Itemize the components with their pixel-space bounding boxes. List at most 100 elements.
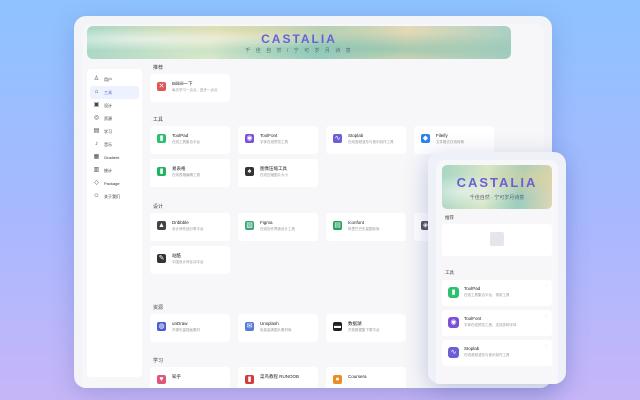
paint-icon: ▲: [157, 221, 166, 230]
bar-icon: ▮: [245, 375, 254, 384]
card-description: 在线压缩图片大小: [260, 173, 288, 177]
card-description: 在线音频波形与音乐制作工具: [348, 140, 394, 144]
sidebar-item-label: Gradient: [104, 155, 120, 160]
green-icon: ▮: [157, 167, 166, 176]
mobile-preview: CASTALIA 千佳自然 · 宁可岁月诗意 推荐 工具 ▮ ToolPad 在线工…: [428, 152, 566, 384]
card-title: 菜鸟教程 RUNOOB: [260, 374, 300, 379]
card-description: 在线工具集合平台: [172, 140, 200, 144]
users-icon: ☺: [93, 193, 100, 199]
site-card[interactable]: ✉ Unsplash 免费高清图片素材库: [238, 314, 318, 342]
grid-icon: ▦: [93, 154, 100, 160]
site-card[interactable]: ◍ unDraw 开源矢量插画素材: [150, 314, 230, 342]
banner-subtitle: 千 佳 自 然 / 宁 可 岁 月 诗 意: [245, 48, 353, 54]
card-description: 字体在线预览工具: [260, 140, 288, 144]
sidebar-item-label: 统计: [104, 167, 112, 173]
section-title: 资源: [153, 305, 164, 311]
card-title: Coursera: [348, 374, 367, 379]
sidebar-item[interactable]: ♙ 用户: [90, 73, 139, 86]
sidebar-item[interactable]: ▦ Gradient: [90, 151, 139, 164]
more-icon[interactable]: ⋮: [544, 284, 548, 289]
sidebar-item[interactable]: ◇ Package: [90, 177, 139, 190]
mobile-section-title: 推荐: [445, 215, 454, 220]
heart-icon: ♥: [157, 375, 166, 384]
site-card[interactable]: ♥ 知乎: [150, 367, 230, 388]
site-card[interactable]: ▮ 菜鸟教程 RUNOOB: [238, 367, 318, 388]
sidebar-item[interactable]: ☺ 关于我们: [90, 190, 139, 203]
site-card[interactable]: ● Coursera: [326, 367, 406, 388]
site-card[interactable]: ◆ Fileify 文件格式在线转换: [414, 126, 494, 154]
terminal-icon: ▬: [333, 322, 342, 331]
bell-icon: ♪: [95, 141, 98, 147]
card-description: 中国设计师互动平台: [172, 260, 204, 264]
card-title: Stoplab: [348, 133, 364, 138]
pen-icon: ✎: [157, 254, 166, 263]
site-card[interactable]: ▬ 数据湖 开放数据集下载平台: [326, 314, 406, 342]
folder-icon: ◆: [421, 134, 430, 143]
site-card[interactable]: ▮ 易表格 在线表格编辑工具: [150, 159, 230, 187]
sidebar-item-label: 关于我们: [104, 193, 120, 199]
card-description: 设计师作品分享平台: [172, 227, 204, 231]
site-card[interactable]: ▮ ToolPad 在线工具集合平台: [150, 126, 230, 154]
sidebar-item-label: 用户: [104, 76, 112, 82]
more-icon[interactable]: ⋮: [544, 314, 548, 319]
sidebar-item[interactable]: ⌂ 工具: [90, 86, 139, 99]
mobile-recommend-box: [442, 224, 552, 256]
card-title: Bilibili一下: [172, 81, 193, 86]
mobile-site-card[interactable]: ▮ ToolPad 在线工具集合平台，常用工具 ⋮: [442, 280, 552, 306]
sidebar-item-label: 学习: [104, 128, 112, 134]
sidebar-item[interactable]: ◎ 资源: [90, 112, 139, 125]
site-card[interactable]: ▤ Iconfont 阿里巴巴矢量图标库: [326, 213, 406, 241]
card-title: ToolFont: [260, 133, 278, 138]
image-placeholder-icon: [490, 232, 504, 246]
card-description: 在线工具集合平台，常用工具: [464, 293, 510, 297]
sidebar-item[interactable]: ▤ 学习: [90, 125, 139, 138]
site-card[interactable]: ▧ Figma 在线协作界面设计工具: [238, 213, 318, 241]
notion-icon: ▮: [448, 287, 459, 298]
cube-icon: ◇: [94, 180, 99, 186]
card-description: 文件格式在线转换: [436, 140, 464, 144]
section-title: 设计: [153, 204, 164, 210]
sidebar-item[interactable]: ♪ 音乐: [90, 138, 139, 151]
sidebar-item-label: 音乐: [104, 141, 112, 147]
card-title: Fileify: [436, 133, 448, 138]
mobile-screen: CASTALIA 千佳自然 · 宁可岁月诗意 推荐 工具 ▮ ToolPad 在线工…: [436, 160, 558, 384]
mobile-site-card[interactable]: ∿ Stoplab 在线音频波形与音乐制作工具 ⋮: [442, 340, 552, 366]
sidebar-item[interactable]: ▣ 设计: [90, 99, 139, 112]
site-card[interactable]: ♠ 图像压缩工具 在线压缩图片大小: [238, 159, 318, 187]
ship-icon: ♠: [245, 167, 254, 176]
user-icon: ♙: [93, 76, 100, 82]
card-description: 字体在线预览工具，支持多种字体: [464, 323, 517, 327]
mobile-section-title: 工具: [445, 270, 454, 275]
card-title: ToolFont: [464, 316, 482, 321]
mobile-banner: CASTALIA 千佳自然 · 宁可岁月诗意: [442, 165, 552, 209]
more-icon[interactable]: ⋮: [544, 344, 548, 349]
card-title: 易表格: [172, 166, 186, 171]
orange-icon: ●: [333, 375, 342, 384]
site-card[interactable]: ◉ ToolFont 字体在线预览工具: [238, 126, 318, 154]
card-title: Unsplash: [260, 321, 279, 326]
card-title: 站酷: [172, 253, 181, 258]
site-card[interactable]: ✎ 站酷中国设计师互动平台: [150, 246, 230, 274]
globe-icon: ◎: [93, 115, 100, 121]
frame-icon: ▧: [245, 221, 254, 230]
card-description: 开放数据集下载平台: [348, 328, 380, 332]
card-title: 图像压缩工具: [260, 166, 287, 171]
site-card[interactable]: ∿ Stoplab 在线音频波形与音乐制作工具: [326, 126, 406, 154]
x-icon: ✕: [157, 82, 166, 91]
card-description: 开源矢量插画素材: [172, 328, 200, 332]
card-description: 在线协作界面设计工具: [260, 227, 295, 231]
sidebar-item-label: 工具: [104, 89, 112, 95]
sidebar: ♙ 用户 ⌂ 工具 ▣ 设计 ◎ 资源 ▤ 学习 ♪ 音乐 ▦ Gradient ▥ 统计 ◇ Package ☺ 关…: [87, 69, 142, 377]
sidebar-item[interactable]: ▥ 统计: [90, 164, 139, 177]
card-title: ToolPad: [172, 133, 189, 138]
target-icon: ◉: [245, 134, 254, 143]
site-card[interactable]: ✕ Bilibili一下 每天学习一点点，进步一点点: [150, 74, 230, 102]
book-icon: ▤: [93, 128, 100, 134]
image-icon: ▣: [93, 102, 100, 108]
banner-title: CASTALIA: [261, 32, 337, 46]
mobile-site-card[interactable]: ◉ ToolFont 字体在线预览工具，支持多种字体 ⋮: [442, 310, 552, 336]
card-title: unDraw: [172, 321, 188, 326]
card-title: Figma: [260, 220, 273, 225]
site-card[interactable]: ▲ Dribbble 设计师作品分享平台: [150, 213, 230, 241]
section-title: 工具: [153, 117, 164, 123]
